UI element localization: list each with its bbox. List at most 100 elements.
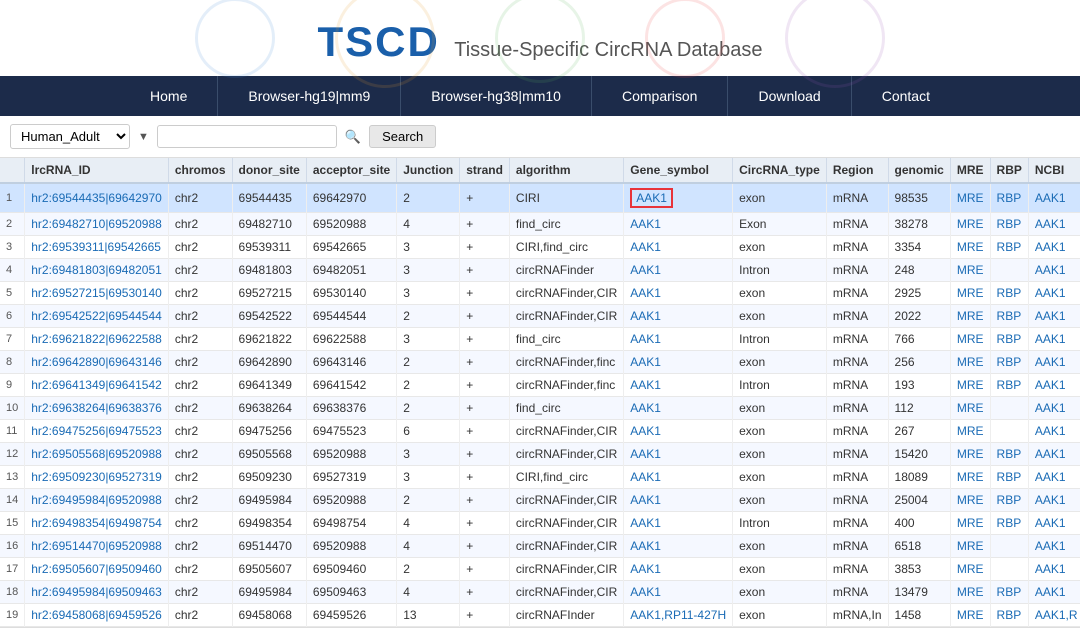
cell-mre[interactable]: MRE (950, 213, 990, 236)
cell-rbp[interactable]: RBP (990, 466, 1028, 489)
cell-id[interactable]: hr2:69641349|69641542 (25, 374, 169, 397)
cell-ncbi[interactable]: AAK1 (1028, 489, 1080, 512)
cell-gene[interactable]: AAK1 (624, 305, 733, 328)
cell-mre[interactable]: MRE (950, 183, 990, 213)
cell-gene[interactable]: AAK1 (624, 259, 733, 282)
cell-rbp[interactable] (990, 535, 1028, 558)
cell-gene[interactable]: AAK1 (624, 351, 733, 374)
cell-ncbi[interactable]: AAK1 (1028, 581, 1080, 604)
cell-gene[interactable]: AAK1 (624, 420, 733, 443)
search-button[interactable]: Search (369, 125, 436, 148)
cell-mre[interactable]: MRE (950, 489, 990, 512)
cell-rbp[interactable]: RBP (990, 236, 1028, 259)
cell-mre[interactable]: MRE (950, 443, 990, 466)
cell-id[interactable]: hr2:69482710|69520988 (25, 213, 169, 236)
cell-mre[interactable]: MRE (950, 535, 990, 558)
cell-mre[interactable]: MRE (950, 581, 990, 604)
cell-mre[interactable]: MRE (950, 259, 990, 282)
cell-ncbi[interactable]: AAK1 (1028, 420, 1080, 443)
organism-select[interactable]: Human_Adult Human_Fetal Mouse_Adult Mous… (10, 124, 130, 149)
cell-rbp[interactable]: RBP (990, 374, 1028, 397)
cell-rbp[interactable]: RBP (990, 351, 1028, 374)
cell-rbp[interactable]: RBP (990, 512, 1028, 535)
cell-rbp[interactable]: RBP (990, 604, 1028, 627)
cell-mre[interactable]: MRE (950, 351, 990, 374)
cell-rbp[interactable]: RBP (990, 213, 1028, 236)
cell-gene[interactable]: AAK1 (624, 535, 733, 558)
nav-browser-hg19[interactable]: Browser-hg19|mm9 (217, 76, 400, 116)
cell-id[interactable]: hr2:69481803|69482051 (25, 259, 169, 282)
cell-rbp[interactable] (990, 420, 1028, 443)
cell-ncbi[interactable]: AAK1 (1028, 535, 1080, 558)
cell-ncbi[interactable]: AAK1 (1028, 236, 1080, 259)
cell-rbp[interactable]: RBP (990, 183, 1028, 213)
cell-id[interactable]: hr2:69509230|69527319 (25, 466, 169, 489)
cell-id[interactable]: hr2:69544435|69642970 (25, 183, 169, 213)
cell-mre[interactable]: MRE (950, 305, 990, 328)
cell-rbp[interactable]: RBP (990, 443, 1028, 466)
cell-mre[interactable]: MRE (950, 604, 990, 627)
cell-ncbi[interactable]: AAK1 (1028, 466, 1080, 489)
cell-ncbi[interactable]: AAK1 (1028, 183, 1080, 213)
cell-gene[interactable]: AAK1 (624, 512, 733, 535)
cell-gene[interactable]: AAK1 (624, 183, 733, 213)
cell-ncbi[interactable]: AAK1 (1028, 282, 1080, 305)
cell-rbp[interactable] (990, 558, 1028, 581)
cell-ncbi[interactable]: AAK1 (1028, 328, 1080, 351)
cell-mre[interactable]: MRE (950, 328, 990, 351)
nav-comparison[interactable]: Comparison (591, 76, 727, 116)
nav-home[interactable]: Home (120, 76, 217, 116)
cell-rbp[interactable] (990, 259, 1028, 282)
cell-ncbi[interactable]: AAK1 (1028, 512, 1080, 535)
cell-rbp[interactable]: RBP (990, 489, 1028, 512)
cell-id[interactable]: hr2:69638264|69638376 (25, 397, 169, 420)
cell-id[interactable]: hr2:69505607|69509460 (25, 558, 169, 581)
cell-ncbi[interactable]: AAK1 (1028, 397, 1080, 420)
cell-gene[interactable]: AAK1 (624, 443, 733, 466)
cell-id[interactable]: hr2:69539311|69542665 (25, 236, 169, 259)
cell-ncbi[interactable]: AAK1 (1028, 259, 1080, 282)
cell-mre[interactable]: MRE (950, 397, 990, 420)
cell-gene[interactable]: AAK1 (624, 374, 733, 397)
cell-rbp[interactable]: RBP (990, 328, 1028, 351)
cell-ncbi[interactable]: AAK1 (1028, 351, 1080, 374)
cell-id[interactable]: hr2:69495984|69509463 (25, 581, 169, 604)
cell-ncbi[interactable]: AAK1 (1028, 305, 1080, 328)
cell-rbp[interactable]: RBP (990, 282, 1028, 305)
cell-gene[interactable]: AAK1 (624, 466, 733, 489)
cell-rbp[interactable] (990, 397, 1028, 420)
cell-ncbi[interactable]: AAK1 (1028, 558, 1080, 581)
cell-rbp[interactable]: RBP (990, 305, 1028, 328)
cell-mre[interactable]: MRE (950, 512, 990, 535)
cell-ncbi[interactable]: AAK1 (1028, 213, 1080, 236)
cell-mre[interactable]: MRE (950, 420, 990, 443)
cell-ncbi[interactable]: AAK1 (1028, 374, 1080, 397)
nav-contact[interactable]: Contact (851, 76, 960, 116)
nav-browser-hg38[interactable]: Browser-hg38|mm10 (400, 76, 591, 116)
cell-id[interactable]: hr2:69642890|69643146 (25, 351, 169, 374)
cell-gene[interactable]: AAK1 (624, 236, 733, 259)
cell-gene[interactable]: AAK1 (624, 558, 733, 581)
cell-gene[interactable]: AAK1 (624, 328, 733, 351)
cell-gene[interactable]: AAK1 (624, 213, 733, 236)
cell-id[interactable]: hr2:69621822|69622588 (25, 328, 169, 351)
cell-mre[interactable]: MRE (950, 282, 990, 305)
cell-id[interactable]: hr2:69527215|69530140 (25, 282, 169, 305)
cell-gene[interactable]: AAK1 (624, 282, 733, 305)
cell-gene[interactable]: AAK1 (624, 581, 733, 604)
cell-id[interactable]: hr2:69542522|69544544 (25, 305, 169, 328)
cell-mre[interactable]: MRE (950, 374, 990, 397)
cell-gene[interactable]: AAK1,RP11-427H (624, 604, 733, 627)
cell-mre[interactable]: MRE (950, 466, 990, 489)
cell-rbp[interactable]: RBP (990, 581, 1028, 604)
cell-id[interactable]: hr2:69475256|69475523 (25, 420, 169, 443)
cell-mre[interactable]: MRE (950, 236, 990, 259)
cell-ncbi[interactable]: AAK1 (1028, 443, 1080, 466)
cell-mre[interactable]: MRE (950, 558, 990, 581)
cell-id[interactable]: hr2:69495984|69520988 (25, 489, 169, 512)
nav-download[interactable]: Download (727, 76, 850, 116)
cell-gene[interactable]: AAK1 (624, 489, 733, 512)
cell-id[interactable]: hr2:69514470|69520988 (25, 535, 169, 558)
cell-ncbi[interactable]: AAK1,R (1028, 604, 1080, 627)
cell-id[interactable]: hr2:69498354|69498754 (25, 512, 169, 535)
